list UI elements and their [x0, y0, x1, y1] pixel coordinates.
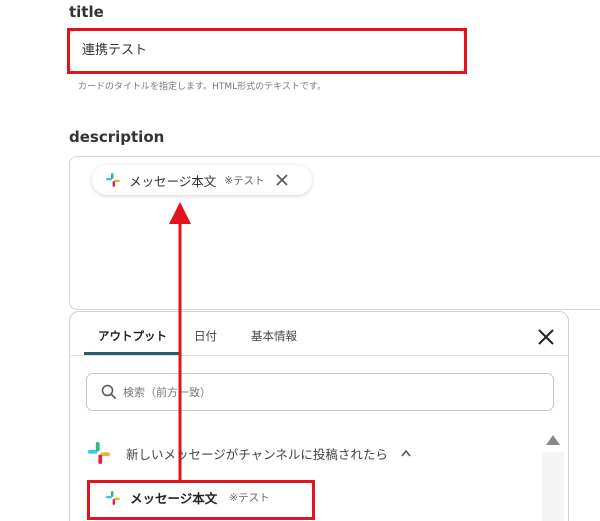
slack-icon: [88, 442, 110, 464]
tab-divider: [70, 355, 568, 356]
variable-chip[interactable]: メッセージ本文 ※テスト: [92, 165, 312, 195]
chip-sub: ※テスト: [224, 174, 265, 187]
chip-label: メッセージ本文: [129, 173, 217, 189]
scrollbar[interactable]: [542, 452, 564, 521]
title-label: title: [69, 3, 104, 21]
search-placeholder: 検索（前方一致）: [123, 386, 211, 399]
search-input[interactable]: 検索（前方一致）: [86, 373, 554, 411]
scroll-up-arrow-icon[interactable]: [546, 435, 560, 445]
slack-icon: [106, 173, 120, 187]
group-label: 新しいメッセージがチャンネルに投稿されたら: [126, 446, 388, 462]
close-icon[interactable]: [537, 328, 555, 346]
tab-output[interactable]: アウトプット: [98, 328, 167, 344]
tab-date[interactable]: 日付: [194, 328, 217, 344]
chip-close-icon[interactable]: [275, 173, 289, 187]
item-highlight-box: [87, 480, 315, 520]
title-hint: カードのタイトルを指定します。HTML形式のテキストです。: [78, 82, 326, 92]
title-highlight-box: [67, 28, 467, 74]
chevron-up-icon[interactable]: [400, 448, 412, 458]
search-icon: [101, 384, 117, 400]
tab-basic-info[interactable]: 基本情報: [251, 328, 297, 344]
description-label: description: [69, 128, 165, 146]
trigger-group-header[interactable]: 新しいメッセージがチャンネルに投稿されたら: [88, 442, 412, 464]
